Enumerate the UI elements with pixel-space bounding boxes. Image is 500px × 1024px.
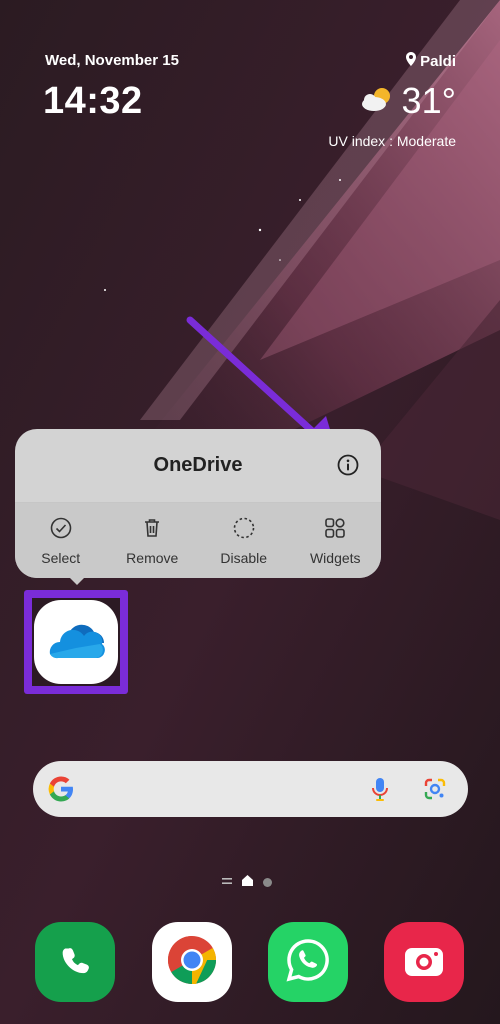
check-circle-icon	[50, 517, 72, 542]
remove-label: Remove	[126, 549, 179, 566]
widgets-button[interactable]: Widgets	[290, 503, 382, 578]
highlight-frame	[24, 590, 128, 694]
whatsapp-app-icon[interactable]	[268, 922, 348, 1002]
uv-index: UV index : Moderate	[328, 133, 456, 149]
weather-widget[interactable]: 31°	[360, 80, 456, 122]
onedrive-cloud-icon	[46, 620, 106, 665]
context-menu-title: OneDrive	[153, 454, 243, 476]
trash-icon	[141, 517, 163, 542]
widgets-label: Widgets	[309, 549, 361, 566]
page-indicator[interactable]	[222, 873, 272, 891]
disable-label: Disable	[220, 549, 268, 566]
google-search-bar[interactable]	[33, 761, 468, 819]
phone-app-icon[interactable]	[35, 922, 115, 1002]
remove-button[interactable]: Remove	[107, 503, 199, 578]
onedrive-app-icon[interactable]	[34, 600, 118, 684]
home-page-icon	[242, 873, 253, 891]
phone-icon	[55, 940, 95, 985]
google-lens-icon[interactable]	[423, 777, 447, 806]
microphone-icon[interactable]	[371, 777, 389, 808]
camera-app-icon[interactable]	[384, 922, 464, 1002]
context-menu-pointer	[68, 576, 86, 585]
chrome-app-icon[interactable]	[152, 922, 232, 1002]
disable-button[interactable]: Disable	[198, 503, 290, 578]
context-menu-header: OneDrive	[15, 429, 381, 503]
partly-cloudy-icon	[360, 85, 394, 118]
widgets-icon	[324, 517, 346, 542]
date-label: Wed, November 15	[45, 52, 179, 69]
context-menu-actions: Select Remove Disable Widgets	[15, 503, 381, 578]
location-pin-icon	[406, 52, 417, 70]
app-context-menu: OneDrive Select Remove Disable Widgets	[15, 429, 381, 578]
page-dot	[263, 877, 272, 887]
select-button[interactable]: Select	[15, 503, 107, 578]
temperature: 31°	[401, 80, 456, 121]
menu-lines-icon	[222, 873, 232, 891]
whatsapp-icon	[284, 936, 332, 989]
search-input[interactable]	[85, 761, 389, 819]
chrome-icon	[166, 934, 218, 991]
dashed-circle-icon	[233, 517, 255, 542]
clock-time[interactable]: 14:32	[43, 80, 143, 123]
location-label[interactable]: Paldi	[406, 52, 456, 70]
location-name: Paldi	[420, 52, 456, 70]
select-label: Select	[41, 549, 81, 566]
camera-icon	[402, 940, 446, 985]
app-info-icon[interactable]	[337, 454, 359, 476]
google-logo-icon	[47, 775, 75, 808]
